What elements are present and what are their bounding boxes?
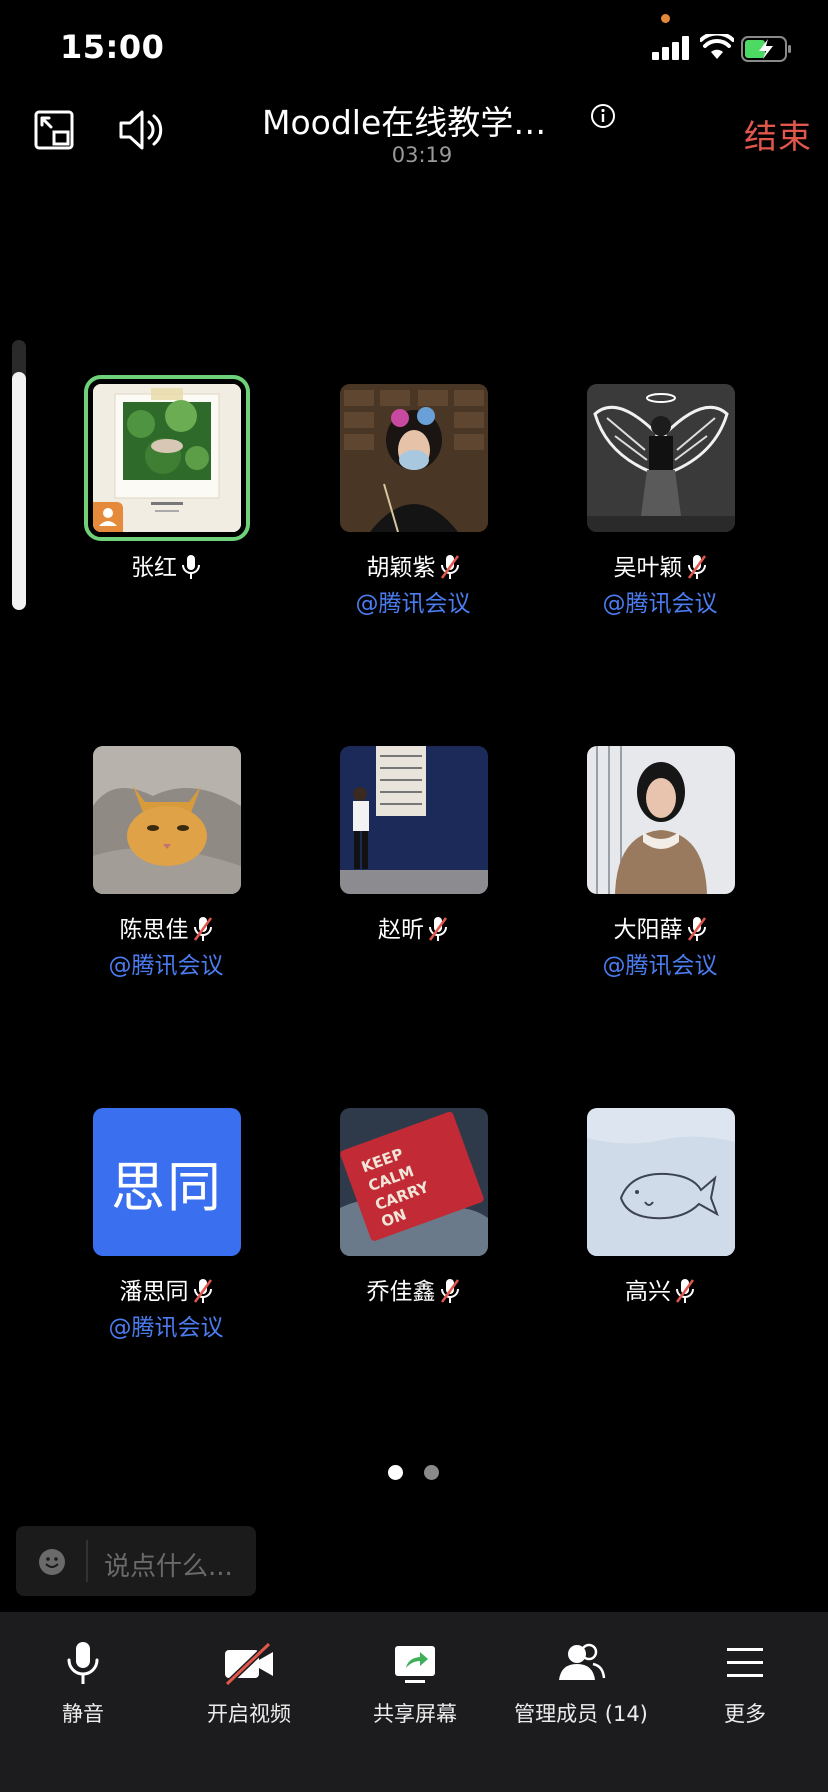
participant-tile-chensijia[interactable] [93, 746, 241, 894]
share-screen-button[interactable]: 共享屏幕 [332, 1640, 498, 1740]
participant-name-row: 乔佳鑫 [290, 1272, 536, 1306]
participant-tile-wuyeying[interactable] [587, 384, 735, 532]
participant-name-row: 陈思佳 [43, 910, 289, 944]
share-screen-icon [395, 1646, 435, 1683]
mic-muted-icon [428, 917, 448, 941]
minimize-window-icon[interactable] [34, 110, 74, 150]
mute-button[interactable]: 静音 [0, 1640, 166, 1740]
avatar-initials: 思同 [111, 1155, 223, 1219]
avatar-photo [340, 746, 488, 894]
participant-name: 潘思同 [119, 1279, 189, 1305]
mic-muted-icon [440, 555, 459, 579]
mute-label: 静音 [62, 1702, 104, 1726]
scroll-indicator [12, 340, 26, 610]
participant-name: 乔佳鑫 [366, 1279, 436, 1305]
participant-name-row: 潘思同 [43, 1272, 289, 1306]
mic-muted-icon [193, 1279, 212, 1303]
manage-members-button[interactable]: 管理成员 (14) [498, 1640, 664, 1740]
avatar-photo: KEEP CALM CARRY ON [340, 1108, 488, 1256]
page-dot-active[interactable] [388, 1465, 403, 1480]
participant-tag: @腾讯会议 [355, 591, 471, 617]
speaker-icon[interactable] [118, 108, 164, 152]
participant-name: 赵昕 [378, 917, 424, 943]
participant-name-row: 赵昕 [290, 910, 536, 944]
bottom-toolbar: 静音 开启视频 共享屏幕 管理成员 (14) 更多 [0, 1612, 828, 1792]
microphone-icon [67, 1642, 99, 1684]
participant-name: 高兴 [625, 1279, 671, 1305]
mic-muted-icon [675, 1279, 695, 1303]
participant-name: 张红 [131, 555, 177, 581]
meeting-title[interactable]: Moodle在线教学平台 [262, 96, 568, 144]
participant-name: 胡颖紫 [366, 555, 436, 581]
participant-name-row: 胡颖紫 [290, 548, 536, 582]
participant-tile-qiaojiaxin[interactable]: KEEP CALM CARRY ON [340, 1108, 488, 1256]
mic-muted-icon [687, 555, 706, 579]
participant-tile-zhaoxin[interactable] [340, 746, 488, 894]
participant-tile-dayangxue[interactable] [587, 746, 735, 894]
participant-tile-huyingzi[interactable] [340, 384, 488, 532]
host-badge [93, 502, 123, 532]
manage-members-label: 管理成员 (14) [514, 1702, 648, 1726]
scroll-thumb [12, 372, 26, 610]
participant-name-row: 吴叶颖 [537, 548, 783, 582]
participant-name: 吴叶颖 [613, 555, 683, 581]
participant-tile-gaoxing[interactable] [587, 1108, 735, 1256]
participant-tag: @腾讯会议 [108, 1315, 224, 1341]
participant-tile-pansitong[interactable]: 思同 [93, 1108, 241, 1256]
avatar-photo [93, 746, 241, 894]
recording-indicator-dot [661, 14, 670, 23]
page-dot[interactable] [424, 1465, 439, 1480]
hamburger-menu-icon [727, 1648, 763, 1677]
wifi-icon [700, 34, 734, 59]
mic-muted-icon [193, 917, 212, 941]
start-video-label: 开启视频 [207, 1702, 291, 1726]
info-icon[interactable] [590, 103, 616, 129]
participant-tag: @腾讯会议 [108, 953, 224, 979]
avatar-photo [587, 746, 735, 894]
mic-on-icon [182, 555, 200, 579]
participant-tag: @腾讯会议 [602, 591, 718, 617]
participant-name-row: 大阳薛 [537, 910, 783, 944]
end-meeting-button[interactable]: 结束 [744, 110, 812, 158]
meeting-timer: 03:19 [391, 143, 453, 167]
participant-name-row: 张红 [43, 548, 289, 582]
members-icon [559, 1643, 606, 1680]
avatar-photo [340, 384, 488, 532]
participant-name: 大阳薛 [613, 917, 683, 943]
mic-muted-icon [440, 1279, 459, 1303]
chat-divider [86, 1540, 88, 1582]
cellular-signal-icon [652, 36, 690, 60]
participant-name-row: 高兴 [537, 1272, 783, 1306]
chat-placeholder: 说点什么... [104, 1552, 233, 1582]
status-time: 15:00 [60, 28, 165, 66]
emoji-icon[interactable] [38, 1548, 66, 1576]
participant-tile-zhanghong[interactable] [84, 375, 250, 541]
avatar-photo [587, 1108, 735, 1256]
participant-tag: @腾讯会议 [602, 953, 718, 979]
mic-muted-icon [687, 917, 706, 941]
more-button[interactable]: 更多 [662, 1640, 828, 1740]
battery-charging-icon [741, 36, 791, 62]
chat-input[interactable]: 说点什么... [16, 1526, 256, 1596]
start-video-button[interactable]: 开启视频 [166, 1640, 332, 1740]
avatar-photo [587, 384, 735, 532]
participant-name: 陈思佳 [119, 917, 189, 943]
host-icon [99, 508, 117, 526]
share-screen-label: 共享屏幕 [373, 1702, 457, 1726]
more-label: 更多 [724, 1702, 766, 1726]
video-off-icon [224, 1641, 273, 1686]
